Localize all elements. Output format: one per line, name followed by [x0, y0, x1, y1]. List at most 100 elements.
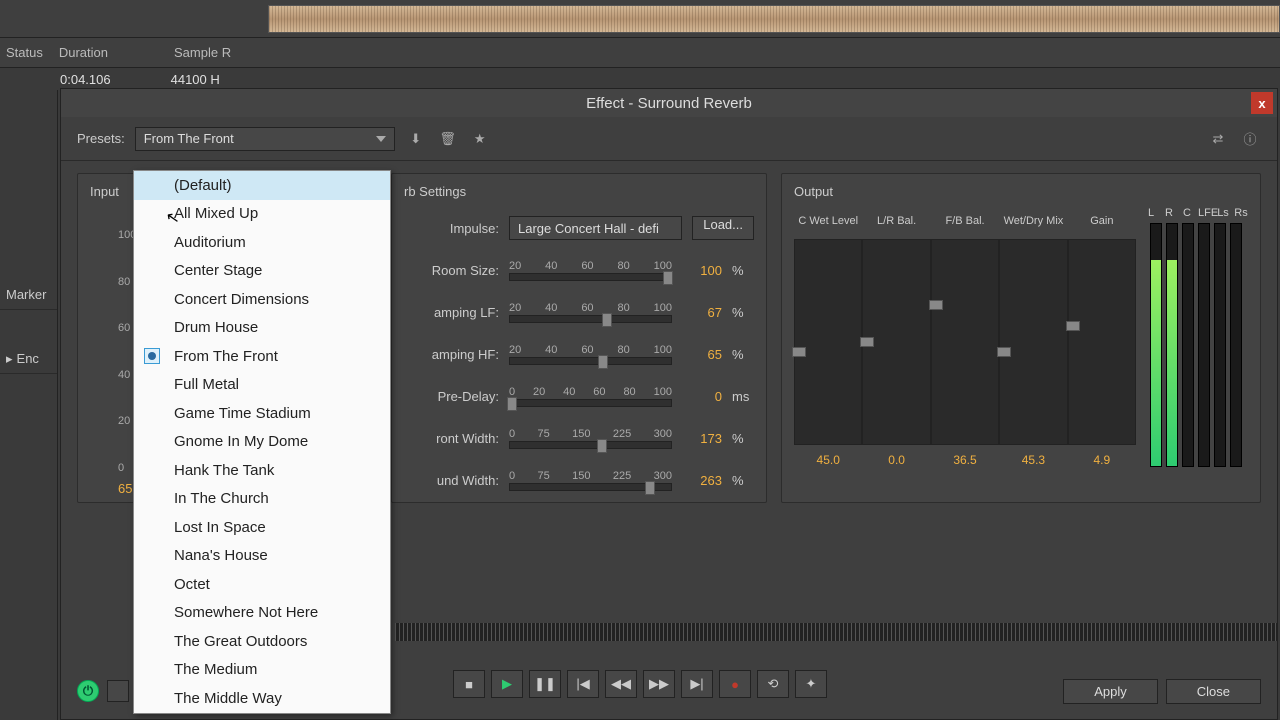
- preset-dropdown-list[interactable]: (Default)All Mixed UpAuditoriumCenter St…: [133, 170, 391, 714]
- preset-option[interactable]: Lost In Space: [134, 513, 390, 542]
- output-fader[interactable]: Wet/Dry Mix 45.3: [999, 207, 1067, 467]
- close-icon[interactable]: x: [1251, 92, 1273, 114]
- level-meter: [1214, 223, 1226, 467]
- presets-label: Presets:: [77, 131, 125, 146]
- encoder-row[interactable]: ▸Enc: [0, 344, 57, 374]
- output-value: 36.5: [953, 453, 976, 467]
- slider-value: 100: [682, 263, 722, 278]
- meter-label: Rs: [1234, 207, 1248, 219]
- reverb-title: rb Settings: [404, 184, 754, 199]
- record-button[interactable]: ●: [719, 670, 751, 698]
- power-button[interactable]: ⏻: [77, 680, 99, 702]
- reverb-settings-panel: rb Settings Impulse: Large Concert Hall …: [391, 173, 767, 503]
- output-value: 0.0: [888, 453, 905, 467]
- preset-option[interactable]: Nana's House: [134, 542, 390, 571]
- radio-checked-icon: [144, 348, 160, 364]
- preset-option[interactable]: Octet: [134, 570, 390, 599]
- output-value: 4.9: [1093, 453, 1110, 467]
- slider-track[interactable]: 20406080100: [509, 302, 672, 323]
- meter-label: Ls: [1216, 207, 1230, 219]
- preset-option[interactable]: (Default): [134, 171, 390, 200]
- fastforward-button[interactable]: ▶▶: [643, 670, 675, 698]
- slider-track[interactable]: 075150225300: [509, 428, 672, 449]
- skip-start-button[interactable]: |◀: [567, 670, 599, 698]
- slider-value: 263: [682, 473, 722, 488]
- slider-track[interactable]: 075150225300: [509, 470, 672, 491]
- top-toolbar: [0, 0, 1280, 38]
- preset-option[interactable]: Somewhere Not Here: [134, 599, 390, 628]
- slider-label: und Width:: [404, 473, 499, 488]
- preset-option[interactable]: Game Time Stadium: [134, 399, 390, 428]
- level-meter: [1166, 223, 1178, 467]
- rewind-button[interactable]: ◀◀: [605, 670, 637, 698]
- level-meter: [1198, 223, 1210, 467]
- preset-dropdown-select[interactable]: From The Front: [135, 127, 395, 151]
- close-button[interactable]: Close: [1166, 679, 1261, 704]
- flow-icon[interactable]: ⇄: [1207, 128, 1229, 150]
- col-status: Status: [6, 45, 43, 60]
- slider-value: 67: [682, 305, 722, 320]
- save-preset-icon[interactable]: ⬇: [405, 128, 427, 150]
- waveform-overview[interactable]: [268, 5, 1280, 33]
- slider-value: 0: [682, 389, 722, 404]
- info-icon[interactable]: ⓘ: [1239, 128, 1261, 150]
- preset-option[interactable]: Gnome In My Dome: [134, 428, 390, 457]
- slider-value: 65: [682, 347, 722, 362]
- slider-row: Room Size: 20406080100 100 %: [404, 249, 754, 291]
- loop-button[interactable]: ⟲: [757, 670, 789, 698]
- preview-toggle[interactable]: [107, 680, 129, 702]
- apply-button[interactable]: Apply: [1063, 679, 1158, 704]
- output-fader[interactable]: L/R Bal. 0.0: [862, 207, 930, 467]
- output-fader[interactable]: Gain 4.9: [1068, 207, 1136, 467]
- pause-button[interactable]: ❚❚: [529, 670, 561, 698]
- preset-option[interactable]: The Great Outdoors: [134, 627, 390, 656]
- level-meter: [1230, 223, 1242, 467]
- slider-row: amping HF: 20406080100 65 %: [404, 333, 754, 375]
- impulse-select[interactable]: Large Concert Hall - defi: [509, 216, 682, 240]
- load-button[interactable]: Load...: [692, 216, 754, 240]
- meter-label: C: [1180, 207, 1194, 219]
- preset-option[interactable]: Auditorium: [134, 228, 390, 257]
- slider-track[interactable]: 20406080100: [509, 344, 672, 365]
- preset-option[interactable]: Hank The Tank: [134, 456, 390, 485]
- left-sidebar: Marker ▸Enc: [0, 90, 58, 720]
- preset-selected-text: From The Front: [144, 131, 234, 146]
- impulse-row: Impulse: Large Concert Hall - defi Load.…: [404, 207, 754, 249]
- output-panel: Output C Wet Level 45.0L/R Bal. 0.0F/B B…: [781, 173, 1261, 503]
- preset-option[interactable]: In The Church: [134, 485, 390, 514]
- slider-row: Pre-Delay: 020406080100 0 ms: [404, 375, 754, 417]
- favorite-icon[interactable]: ★: [469, 128, 491, 150]
- play-button[interactable]: ▶: [491, 670, 523, 698]
- col-duration: Duration: [59, 45, 108, 60]
- preset-option[interactable]: From The Front: [134, 342, 390, 371]
- skip-end-button[interactable]: ▶|: [681, 670, 713, 698]
- dialog-title: Effect - Surround Reverb: [586, 95, 752, 112]
- slider-unit: %: [732, 263, 754, 278]
- preset-option[interactable]: Center Stage: [134, 257, 390, 286]
- slider-track[interactable]: 20406080100: [509, 260, 672, 281]
- marker-row[interactable]: Marker: [0, 280, 57, 310]
- delete-preset-icon[interactable]: 🗑: [437, 128, 459, 150]
- slider-row: amping LF: 20406080100 67 %: [404, 291, 754, 333]
- preset-option[interactable]: Concert Dimensions: [134, 285, 390, 314]
- slider-label: Pre-Delay:: [404, 389, 499, 404]
- slider-label: amping HF:: [404, 347, 499, 362]
- preset-option[interactable]: The Medium: [134, 656, 390, 685]
- output-fader[interactable]: F/B Bal. 36.5: [931, 207, 999, 467]
- dialog-titlebar[interactable]: Effect - Surround Reverb x: [61, 89, 1277, 117]
- preset-option[interactable]: Drum House: [134, 314, 390, 343]
- output-fader[interactable]: C Wet Level 45.0: [794, 207, 862, 467]
- preset-option[interactable]: All Mixed Up: [134, 200, 390, 229]
- stop-button[interactable]: ■: [453, 670, 485, 698]
- level-meter: [1150, 223, 1162, 467]
- slider-row: ront Width: 075150225300 173 %: [404, 417, 754, 459]
- timeline-strip[interactable]: [395, 623, 1278, 641]
- slider-unit: ms: [732, 389, 754, 404]
- preset-option[interactable]: Full Metal: [134, 371, 390, 400]
- level-meter: [1182, 223, 1194, 467]
- skip-silent-button[interactable]: ✦: [795, 670, 827, 698]
- slider-track[interactable]: 020406080100: [509, 386, 672, 407]
- slider-unit: %: [732, 473, 754, 488]
- chevron-down-icon: [376, 136, 386, 142]
- preset-option[interactable]: The Middle Way: [134, 684, 390, 713]
